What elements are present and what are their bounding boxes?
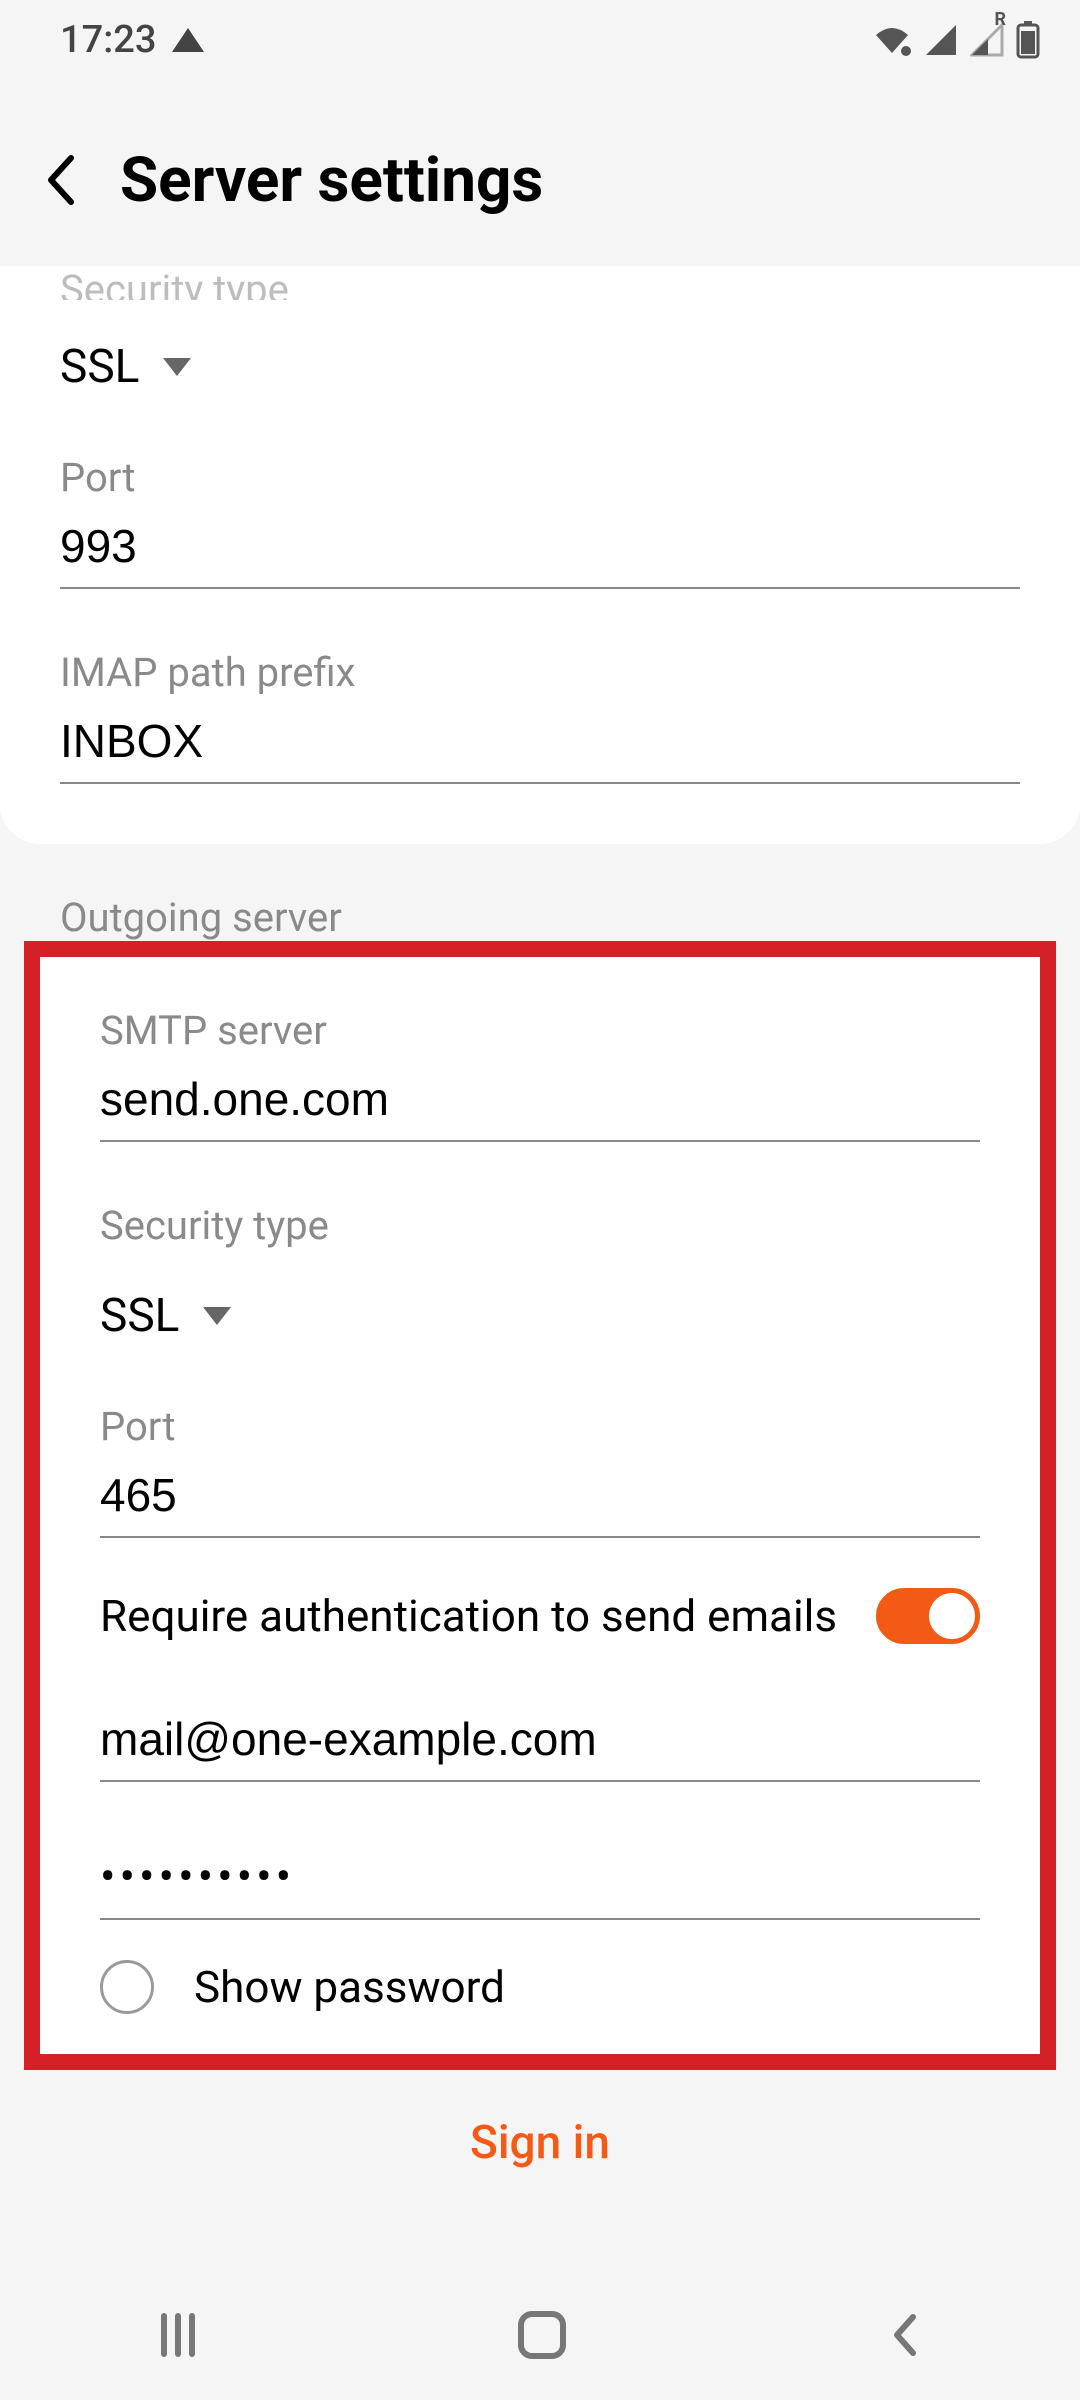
wifi-icon <box>872 23 912 57</box>
incoming-security-label: Security type <box>60 266 1020 300</box>
outgoing-security-dropdown[interactable]: SSL <box>100 1289 980 1343</box>
signal-icon <box>924 23 958 57</box>
nav-home-button[interactable] <box>518 2311 566 2359</box>
back-button[interactable] <box>40 150 80 210</box>
chevron-left-icon <box>45 154 75 206</box>
system-nav-bar <box>0 2270 1080 2400</box>
smtp-password-input[interactable]: •••••••••• <box>100 1832 980 1920</box>
incoming-security-value: SSL <box>60 340 139 394</box>
incoming-security-dropdown[interactable]: SSL <box>60 340 1020 394</box>
imap-prefix-input[interactable] <box>60 696 1020 784</box>
incoming-server-card: Security type SSL Port IMAP path prefix <box>0 266 1080 844</box>
status-time: 17:23 <box>60 18 156 62</box>
incoming-port-input[interactable] <box>60 501 1020 589</box>
app-bar: Server settings <box>0 80 1080 280</box>
status-left: 17:23 <box>60 18 204 62</box>
roaming-signal-icon: R <box>970 23 1004 57</box>
outgoing-security-label: Security type <box>100 1202 980 1249</box>
show-password-label: Show password <box>194 1961 505 2013</box>
smtp-server-label: SMTP server <box>100 1007 980 1054</box>
show-password-checkbox[interactable] <box>100 1960 154 2014</box>
nav-back-button[interactable] <box>889 2311 919 2359</box>
outgoing-section-header: Outgoing server <box>0 844 1080 941</box>
page-title: Server settings <box>120 144 543 217</box>
chevron-down-icon <box>163 358 191 376</box>
smtp-server-input[interactable] <box>100 1054 980 1142</box>
content: Security type SSL Port IMAP path prefix … <box>0 266 1080 2210</box>
outgoing-security-value: SSL <box>100 1289 179 1343</box>
require-auth-row: Require authentication to send emails <box>100 1588 980 1644</box>
outgoing-server-card: SMTP server Security type SSL Port Requi… <box>40 957 1040 2054</box>
sign-in-button[interactable]: Sign in <box>0 2070 1080 2210</box>
toggle-knob <box>929 1593 975 1639</box>
smtp-username-input[interactable] <box>100 1694 980 1782</box>
battery-icon <box>1016 21 1040 59</box>
chevron-down-icon <box>203 1307 231 1325</box>
require-auth-label: Require authentication to send emails <box>100 1590 837 1642</box>
status-bar: 17:23 R <box>0 0 1080 80</box>
nav-recents-button[interactable] <box>161 2313 195 2357</box>
outgoing-port-input[interactable] <box>100 1450 980 1538</box>
incoming-port-label: Port <box>60 454 1020 501</box>
outgoing-highlight-box: SMTP server Security type SSL Port Requi… <box>24 941 1056 2070</box>
show-password-row[interactable]: Show password <box>100 1960 980 2014</box>
triangle-up-icon <box>172 28 204 52</box>
imap-prefix-label: IMAP path prefix <box>60 649 1020 696</box>
outgoing-port-label: Port <box>100 1403 980 1450</box>
status-right: R <box>872 21 1040 59</box>
require-auth-toggle[interactable] <box>876 1588 980 1644</box>
